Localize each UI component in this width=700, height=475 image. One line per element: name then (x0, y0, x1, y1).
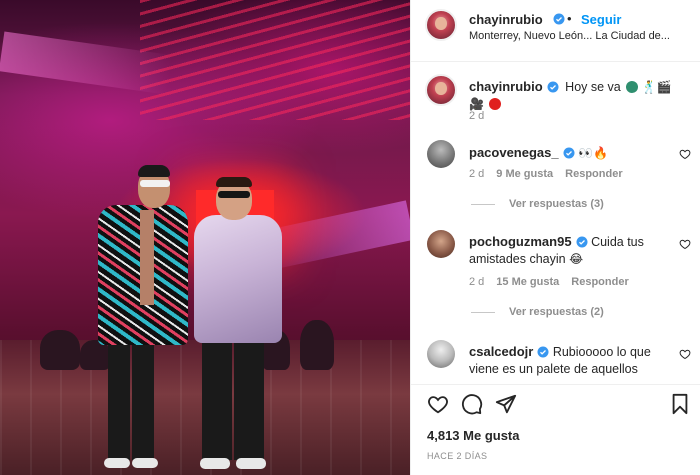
likes-count[interactable]: 4,813 Me gusta (427, 428, 520, 443)
shoe (236, 458, 266, 469)
background-dancer (40, 330, 80, 370)
comment-text-line: csalcedojr Rubiooooo lo que viene es un … (469, 343, 675, 378)
post-side-panel: chayinrubio • Seguir Monterrey, Nuevo Le… (410, 0, 700, 475)
comment-likes[interactable]: 15 Me gusta (496, 276, 559, 288)
avatar[interactable] (427, 230, 455, 258)
verified-badge-icon (576, 236, 588, 248)
pants (132, 335, 154, 460)
location-link[interactable]: Monterrey, Nuevo León... La Ciudad de... (469, 30, 670, 42)
caption-text: Hoy se va (565, 80, 621, 94)
bookmark-icon[interactable] (669, 393, 691, 415)
shoe (200, 458, 230, 469)
replies-line (471, 203, 495, 205)
laughing-emoji-icon: 😂 (569, 252, 584, 266)
globe-emoji-icon (626, 81, 639, 93)
comment-time: 2 d (469, 276, 485, 288)
comments-list[interactable]: chayinrubio Hoy se va 🕺🎬🎥 2 d pacovenega… (411, 62, 700, 384)
post-actions: 4,813 Me gusta HACE 2 DÍAS (411, 384, 700, 475)
background-dancer (300, 320, 334, 370)
comment-text-line: pacovenegas_ 👀🔥 (469, 144, 675, 162)
separator-dot: • (567, 11, 572, 26)
caption-time: 2 d (469, 110, 485, 122)
red-circle-emoji-icon (489, 98, 502, 110)
comment-text-line: pochoguzman95 Cuida tus amistades chayin… (469, 233, 675, 268)
reply-button[interactable]: Responder (571, 276, 628, 288)
comment-username[interactable]: csalcedojr (469, 344, 533, 359)
avatar[interactable] (425, 9, 457, 41)
comment-icon[interactable] (461, 393, 483, 415)
chest (140, 210, 154, 305)
white-sunglasses (140, 180, 170, 187)
view-replies-label: Ver respuestas (3) (509, 198, 604, 210)
eyes-fire-emoji-icon: 👀🔥 (578, 146, 608, 160)
comment-like-heart-icon[interactable] (679, 348, 691, 360)
view-replies-button[interactable]: Ver respuestas (3) (471, 198, 604, 210)
shoe (132, 458, 158, 468)
post-header: chayinrubio • Seguir Monterrey, Nuevo Le… (411, 0, 700, 62)
reply-button[interactable]: Responder (565, 168, 622, 180)
replies-line (471, 311, 495, 313)
caption-text-line: chayinrubio Hoy se va 🕺🎬🎥 (469, 78, 675, 113)
header-username[interactable]: chayinrubio (469, 12, 543, 27)
hair (138, 165, 170, 177)
caption-username[interactable]: chayinrubio (469, 79, 543, 94)
avatar[interactable] (427, 340, 455, 368)
follow-button[interactable]: Seguir (581, 12, 621, 27)
shoe (104, 458, 130, 468)
black-sunglasses (218, 191, 250, 198)
verified-badge-icon (563, 147, 575, 159)
comment-likes[interactable]: 9 Me gusta (496, 168, 553, 180)
comment-like-heart-icon[interactable] (679, 238, 691, 250)
comment-like-heart-icon[interactable] (679, 148, 691, 160)
heart-icon[interactable] (427, 393, 449, 415)
verified-badge-icon (547, 81, 559, 93)
comment-time: 2 d (469, 168, 485, 180)
hair (216, 177, 252, 187)
avatar[interactable] (427, 140, 455, 168)
comment-meta: 2 d 15 Me gusta Responder (469, 276, 629, 288)
verified-badge-icon (553, 13, 565, 25)
comment-username[interactable]: pochoguzman95 (469, 234, 572, 249)
verified-badge-icon (537, 346, 549, 358)
comment-meta: 2 d 9 Me gusta Responder (469, 168, 623, 180)
avatar[interactable] (425, 74, 457, 106)
puffer-jacket (194, 215, 282, 343)
post-photo[interactable] (0, 0, 410, 475)
share-icon[interactable] (495, 393, 517, 415)
comment-username[interactable]: pacovenegas_ (469, 145, 559, 160)
ceiling-lights (140, 0, 410, 120)
pants (108, 335, 130, 460)
view-replies-label: Ver respuestas (2) (509, 306, 604, 318)
pants (202, 332, 232, 460)
post-time[interactable]: HACE 2 DÍAS (427, 451, 487, 461)
view-replies-button[interactable]: Ver respuestas (2) (471, 306, 604, 318)
pants (234, 332, 264, 460)
